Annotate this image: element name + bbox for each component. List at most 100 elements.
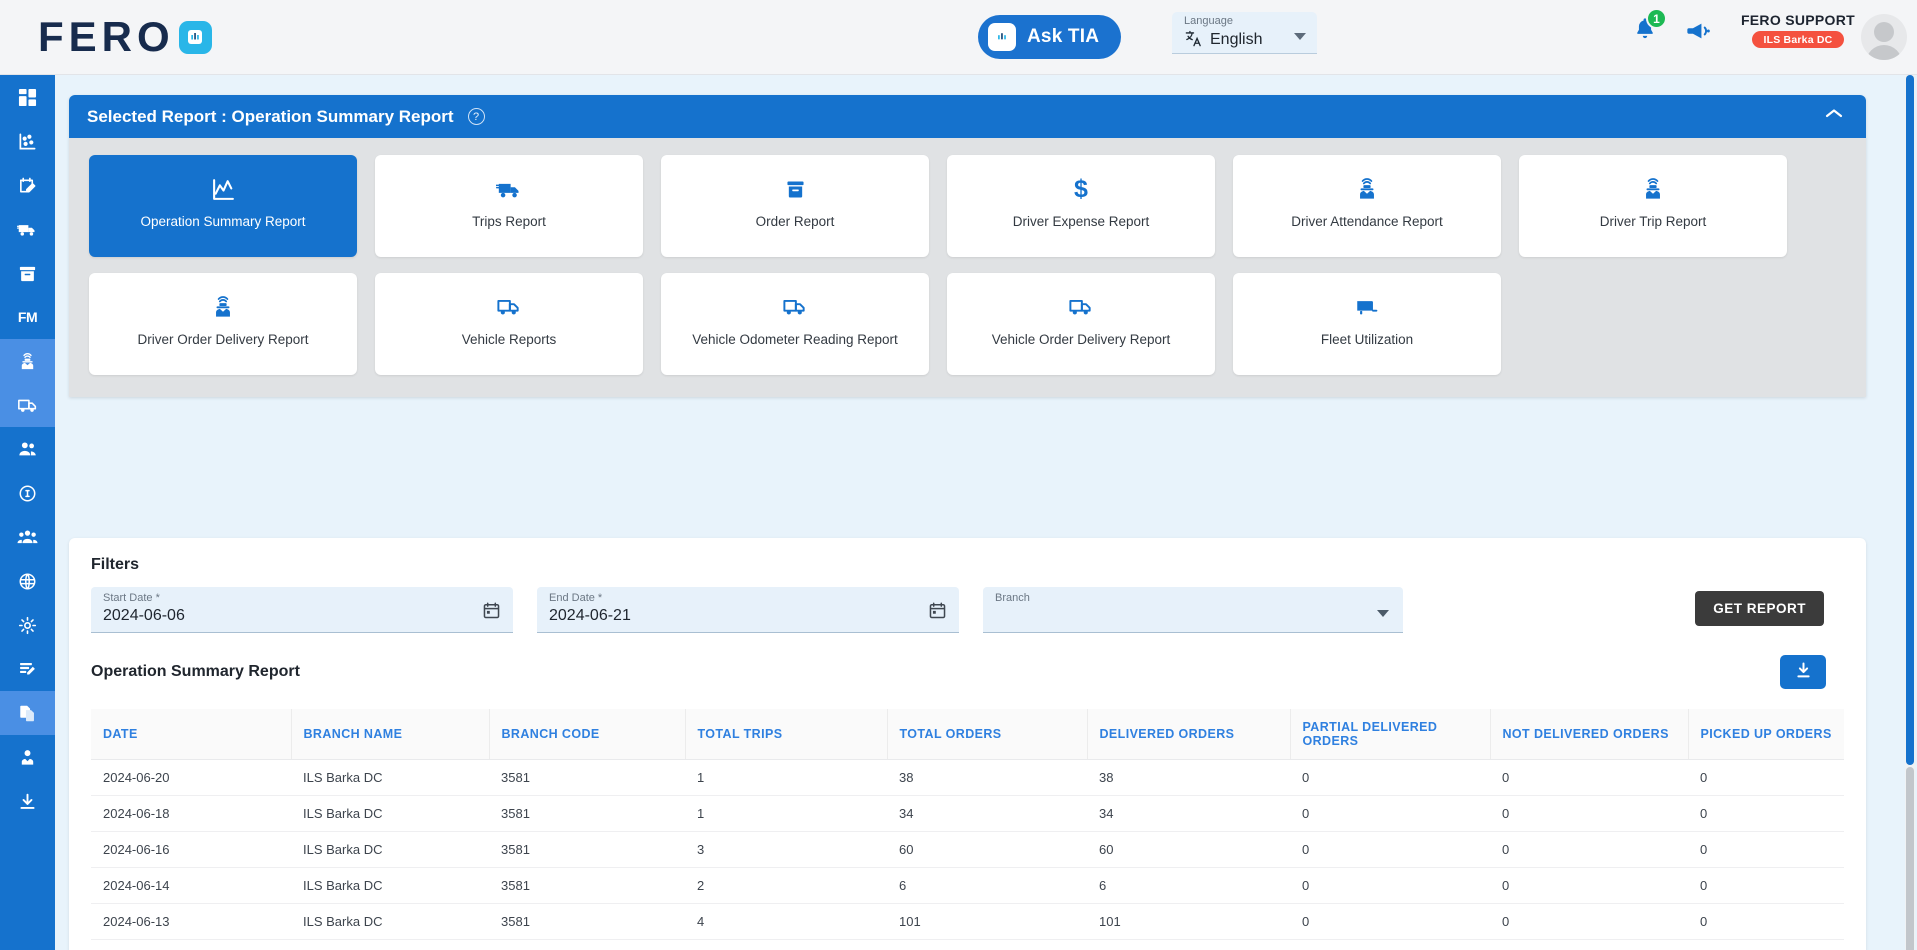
driver-cap-icon — [1641, 175, 1665, 203]
sidebar-item-fm[interactable]: FM — [0, 295, 55, 339]
info-circle-icon — [18, 484, 37, 503]
chevron-down-icon[interactable] — [1294, 33, 1306, 40]
table-cell: ILS Barka DC — [291, 939, 489, 950]
column-header-picked-up-orders[interactable]: PICKED UP ORDERS — [1687, 709, 1844, 760]
sidebar-item-info[interactable] — [0, 471, 55, 515]
table-cell: 60 — [1087, 831, 1290, 868]
sidebar-item-drivers[interactable] — [0, 339, 55, 383]
report-card-driver-trip-report[interactable]: Driver Trip Report — [1519, 155, 1787, 257]
trailer-icon — [1354, 293, 1380, 321]
scrollbar-thumb[interactable] — [1906, 75, 1914, 765]
person-tie-icon — [18, 748, 37, 767]
table-cell: 101 — [1087, 903, 1290, 940]
report-card-label: Operation Summary Report — [140, 214, 306, 229]
sidebar-item-employee[interactable] — [0, 735, 55, 779]
notifications-button[interactable]: 1 — [1632, 8, 1667, 47]
user-info[interactable]: FERO SUPPORT ILS Barka DC — [1741, 12, 1855, 48]
page-title: Selected Report : Operation Summary Repo… — [87, 106, 454, 126]
two-users-icon — [18, 440, 38, 458]
start-date-value: 2024-06-06 — [103, 607, 185, 624]
table-cell: 2024-06-18 — [91, 795, 291, 832]
sidebar-item-orders[interactable] — [0, 251, 55, 295]
table-cell: ILS Barka DC — [291, 795, 489, 832]
table-row[interactable]: 2024-06-18 ILS Barka DC 3581 1 34 34 0 0 0 — [91, 795, 1844, 832]
sidebar-item-forms[interactable] — [0, 647, 55, 691]
report-card-label: Driver Attendance Report — [1291, 214, 1443, 229]
report-card-vehicle-odometer-reading-report[interactable]: Vehicle Odometer Reading Report — [661, 273, 929, 375]
sidebar-item-dispatch[interactable] — [0, 207, 55, 251]
calendar-icon[interactable] — [928, 601, 947, 625]
download-report-button[interactable] — [1780, 655, 1826, 689]
table-cell: 0 — [1290, 759, 1490, 796]
report-card-driver-expense-report[interactable]: $ Driver Expense Report — [947, 155, 1215, 257]
calendar-icon[interactable] — [482, 601, 501, 625]
table-row[interactable]: 2024-06-16 ILS Barka DC 3581 3 60 60 0 0 0 — [91, 831, 1844, 868]
report-card-operation-summary-report[interactable]: Operation Summary Report — [89, 155, 357, 257]
column-header-total-orders[interactable]: TOTAL ORDERS — [886, 709, 1087, 760]
chart-bars-icon — [178, 20, 212, 54]
column-header-branch-name[interactable]: BRANCH NAME — [290, 709, 489, 760]
filters-title: Filters — [91, 556, 140, 573]
column-header-not-delivered-orders[interactable]: NOT DELIVERED ORDERS — [1489, 709, 1688, 760]
chevron-down-icon[interactable] — [1377, 610, 1389, 617]
report-card-label: Vehicle Reports — [461, 332, 557, 347]
report-cards-body: Operation Summary Report Trips Report Or… — [69, 138, 1866, 397]
report-card-label: Order Report — [755, 214, 835, 229]
language-selector[interactable]: Language English — [1172, 12, 1317, 54]
table-cell: 3581 — [489, 759, 685, 796]
table-cell: ILS Barka DC — [291, 831, 489, 868]
report-card-fleet-utilization[interactable]: Fleet Utilization — [1233, 273, 1501, 375]
vertical-scrollbar[interactable] — [1905, 75, 1915, 950]
column-header-branch-code[interactable]: BRANCH CODE — [488, 709, 685, 760]
end-date-field[interactable]: End Date * 2024-06-21 — [537, 587, 959, 633]
line-chart-icon — [211, 175, 236, 203]
table-cell: 38 — [887, 759, 1087, 796]
delivery-truck-icon — [495, 175, 523, 203]
chevron-up-icon[interactable] — [1824, 107, 1844, 125]
column-header-date[interactable]: DATE — [91, 709, 291, 760]
sidebar-item-vehicles[interactable] — [0, 383, 55, 427]
sidebar-item-customers[interactable] — [0, 427, 55, 471]
sidebar-item-downloads[interactable] — [0, 779, 55, 823]
sidebar-item-analytics[interactable] — [0, 119, 55, 163]
start-date-field[interactable]: Start Date * 2024-06-06 — [91, 587, 513, 633]
report-card-driver-attendance-report[interactable]: Driver Attendance Report — [1233, 155, 1501, 257]
truck-side-icon — [782, 293, 808, 321]
group-users-icon — [17, 528, 38, 546]
box-archive-icon — [18, 264, 37, 283]
sidebar-item-dashboard[interactable] — [0, 75, 55, 119]
table-row[interactable]: 2024-06-12ILS Barka DC358149999000 — [91, 939, 1844, 950]
column-header-partial-delivered-orders[interactable]: PARTIAL DELIVERED ORDERS — [1289, 709, 1490, 760]
app-logo[interactable]: FERO — [38, 16, 212, 58]
report-cards-row-1: Operation Summary Report Trips Report Or… — [89, 155, 1846, 257]
sidebar-item-settings[interactable] — [0, 603, 55, 647]
get-report-button[interactable]: GET REPORT — [1695, 591, 1824, 626]
table-row[interactable]: 2024-06-20 ILS Barka DC 3581 1 38 38 0 0 0 — [91, 759, 1844, 796]
scrollbar-track-lower[interactable] — [1906, 767, 1914, 950]
report-card-vehicle-order-delivery-report[interactable]: Vehicle Order Delivery Report — [947, 273, 1215, 375]
branch-select[interactable]: Branch — [983, 587, 1403, 633]
table-cell: 1 — [685, 759, 887, 796]
report-card-driver-order-delivery-report[interactable]: Driver Order Delivery Report — [89, 273, 357, 375]
sidebar-item-teams[interactable] — [0, 515, 55, 559]
report-card-vehicle-reports[interactable]: Vehicle Reports — [375, 273, 643, 375]
column-header-total-trips[interactable]: TOTAL TRIPS — [684, 709, 887, 760]
report-card-trips-report[interactable]: Trips Report — [375, 155, 643, 257]
report-card-label: Fleet Utilization — [1320, 332, 1414, 347]
table-row[interactable]: 2024-06-13 ILS Barka DC 3581 4 101 101 0 0 0 — [91, 903, 1844, 940]
sidebar-item-network[interactable] — [0, 559, 55, 603]
ask-tia-button[interactable]: Ask TIA — [978, 15, 1122, 59]
avatar[interactable] — [1861, 14, 1907, 60]
sidebar-item-reports[interactable] — [0, 691, 55, 735]
language-label: Language — [1184, 15, 1233, 27]
report-card-order-report[interactable]: Order Report — [661, 155, 929, 257]
sidebar-item-planning[interactable] — [0, 163, 55, 207]
documents-copy-icon — [18, 704, 37, 723]
announcements-button[interactable] — [1686, 20, 1713, 47]
globe-icon — [18, 572, 37, 591]
table-row[interactable]: 2024-06-14 ILS Barka DC 3581 2 6 6 0 0 0 — [91, 867, 1844, 904]
report-table: DATE BRANCH NAME BRANCH CODE TOTAL TRIPS… — [91, 709, 1844, 950]
question-circle-icon[interactable]: ? — [467, 108, 485, 125]
column-header-delivered-orders[interactable]: DELIVERED ORDERS — [1086, 709, 1290, 760]
download-icon — [1794, 661, 1813, 683]
